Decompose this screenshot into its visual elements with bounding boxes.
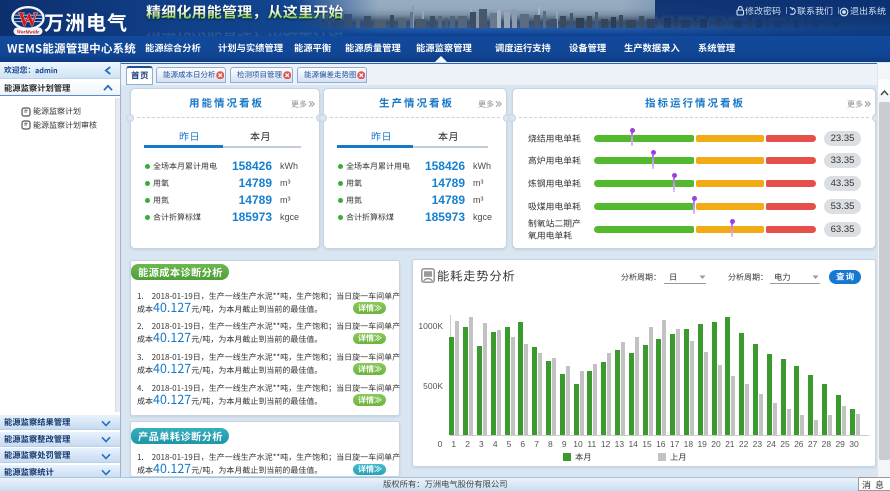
svg-text:Worldwide: Worldwide [17,29,40,35]
svg-text:W: W [18,9,38,31]
